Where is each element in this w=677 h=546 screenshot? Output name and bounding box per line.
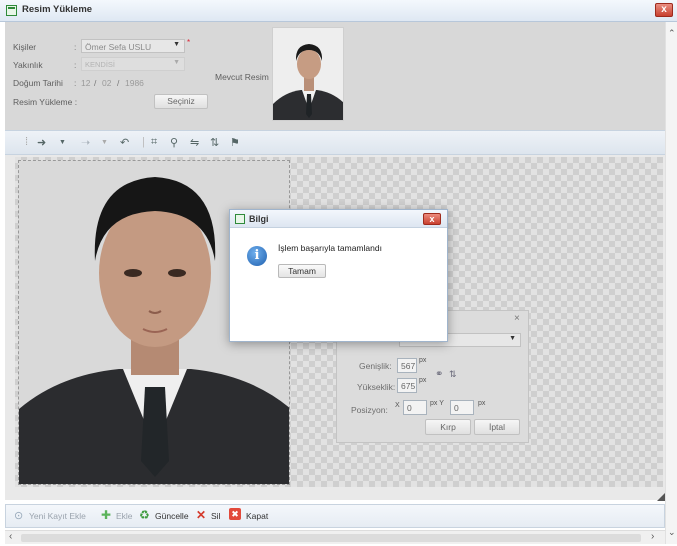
chevron-down-icon: ▼	[173, 59, 180, 66]
flip-vertical-icon[interactable]: ⇅	[210, 136, 219, 149]
yakinlik-sep: :	[74, 60, 77, 70]
scroll-down-icon[interactable]: ⌄	[668, 527, 676, 538]
mevcut-label: Mevcut Resim :	[215, 72, 274, 82]
x-label: X	[395, 402, 400, 409]
kisiler-value: Ömer Sefa USLU	[85, 42, 152, 52]
new-record-button[interactable]: Yeni Kayıt Ekle	[29, 511, 86, 521]
app-window-icon	[6, 5, 17, 16]
kisiler-label: Kişiler	[13, 42, 37, 52]
height-input[interactable]: 675	[397, 378, 417, 393]
dialog-title: Bilgi	[249, 214, 269, 224]
forward-arrow-icon[interactable]: ➝	[81, 136, 90, 149]
yakinlik-value: KENDİSİ	[85, 60, 116, 69]
add-icon: ✚	[101, 508, 112, 522]
rotate-icon[interactable]: ↶	[120, 136, 129, 149]
delete-button[interactable]: Sil	[211, 511, 220, 521]
scroll-left-icon[interactable]: ‹	[9, 531, 12, 542]
dogum-month[interactable]: 02	[102, 78, 111, 88]
chevron-down-icon: ▼	[509, 335, 516, 342]
dialog-titlebar: Bilgi x	[230, 210, 447, 228]
bottom-action-bar: ⊙ Yeni Kayıt Ekle ✚ Ekle ♻ Güncelle ✕ Si…	[5, 504, 665, 528]
dogum-sep: :	[74, 78, 77, 88]
date-sep: /	[117, 78, 120, 88]
y-label: px Y	[430, 400, 444, 407]
handle-icon: ⁞	[25, 136, 29, 148]
resize-grip-icon[interactable]	[657, 493, 665, 501]
genislik-label: Genişlik:	[359, 361, 392, 371]
zoom-icon[interactable]: ⚲	[170, 136, 178, 149]
x-input[interactable]: 0	[403, 400, 427, 415]
kisiler-select[interactable]: Ömer Sefa USLU ▼	[81, 39, 185, 53]
flip-horizontal-icon[interactable]: ⇋	[190, 136, 199, 149]
resim-label: Resim Yükleme :	[13, 97, 78, 107]
kisiler-sep: :	[74, 42, 77, 52]
new-record-icon: ⊙	[14, 510, 24, 522]
ok-button[interactable]: Tamam	[278, 264, 326, 278]
delete-icon: ✕	[196, 508, 207, 522]
editor-toolbar: ⁞ ➜ ▼ ➝ ▼ ↶ | ⌗ ⚲ ⇋ ⇅ ⚑	[5, 130, 665, 155]
width-unit: px	[419, 357, 427, 364]
dropdown-icon[interactable]: ▼	[59, 139, 66, 146]
yakinlik-select[interactable]: KENDİSİ ▼	[81, 57, 185, 71]
current-photo	[272, 27, 344, 121]
dropdown-icon[interactable]: ▼	[101, 139, 108, 146]
close-icon: ✖	[229, 508, 241, 520]
back-arrow-icon[interactable]: ➜	[37, 136, 46, 149]
swap-icon[interactable]: ⇅	[449, 369, 457, 380]
height-unit: px	[419, 377, 427, 384]
dogum-year[interactable]: 1986	[125, 78, 144, 88]
info-dialog: Bilgi x i İşlem başarıyla tamamlandı Tam…	[229, 209, 448, 342]
cancel-crop-button[interactable]: İptal	[474, 419, 520, 435]
dialog-app-icon	[235, 214, 245, 224]
separator-icon: |	[142, 136, 145, 148]
dialog-message: İşlem başarıyla tamamlandı	[278, 243, 382, 253]
vertical-scrollbar[interactable]: ⌃ ⌄	[665, 22, 677, 544]
window-close-button[interactable]: x	[655, 3, 673, 17]
dogum-day[interactable]: 12	[81, 78, 90, 88]
dialog-close-button[interactable]: x	[423, 213, 441, 225]
update-icon: ♻	[139, 508, 150, 522]
dogum-label: Doğum Tarihi	[13, 78, 63, 88]
close-button[interactable]: Kapat	[246, 511, 268, 521]
add-button[interactable]: Ekle	[116, 511, 133, 521]
required-mark: *	[187, 38, 191, 47]
info-icon: i	[247, 246, 267, 266]
chevron-down-icon: ▼	[173, 41, 180, 48]
date-sep: /	[94, 78, 97, 88]
window-title: Resim Yükleme	[22, 4, 93, 15]
yakinlik-label: Yakınlık	[13, 60, 43, 70]
link-icon[interactable]: ⚭	[435, 369, 443, 380]
scroll-up-icon[interactable]: ⌃	[668, 28, 676, 39]
flag-icon[interactable]: ⚑	[230, 136, 240, 149]
crop-panel-close-icon[interactable]: ×	[514, 313, 520, 324]
pozisyon-label: Posizyon:	[351, 405, 388, 415]
yukseklik-label: Yükseklik:	[357, 382, 396, 392]
width-input[interactable]: 567	[397, 358, 417, 373]
horizontal-scroll-thumb[interactable]	[21, 534, 641, 542]
crop-button[interactable]: Kırp	[425, 419, 471, 435]
scroll-right-icon[interactable]: ›	[651, 531, 654, 542]
y-input[interactable]: 0	[450, 400, 474, 415]
window-titlebar	[0, 0, 677, 22]
y-unit: px	[478, 400, 486, 407]
select-file-button[interactable]: Seçiniz	[154, 94, 208, 109]
crop-icon[interactable]: ⌗	[151, 136, 157, 149]
update-button[interactable]: Güncelle	[155, 511, 189, 521]
horizontal-scrollbar[interactable]: ‹ ›	[5, 530, 665, 544]
